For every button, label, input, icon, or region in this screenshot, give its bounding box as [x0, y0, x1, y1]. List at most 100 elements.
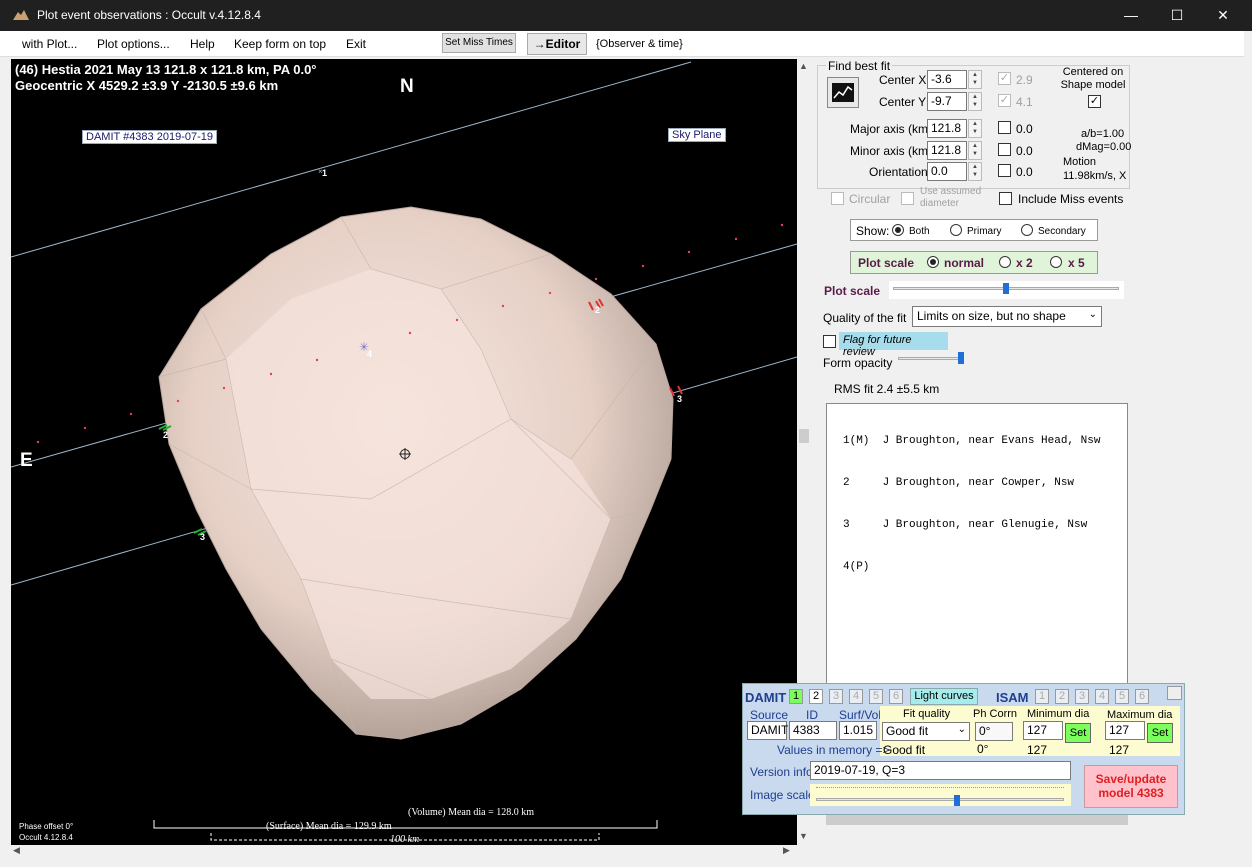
- light-curves-button[interactable]: Light curves: [910, 688, 978, 705]
- include-miss-checkbox[interactable]: [999, 192, 1012, 205]
- isam-model-3-button[interactable]: 3: [1075, 689, 1089, 704]
- plot-scale-normal-radio[interactable]: [927, 256, 939, 268]
- centered-on-shape-checkbox[interactable]: ✓: [1088, 95, 1101, 108]
- menu-help[interactable]: Help: [190, 37, 215, 51]
- form-opacity-slider[interactable]: [896, 352, 968, 368]
- ab-ratio: a/b=1.00: [1081, 128, 1125, 140]
- plot-canvas[interactable]: × ✳ (46) Hestia 2021 May 13 121.8 x 121.…: [11, 59, 797, 845]
- chord-label: 2: [595, 305, 601, 315]
- save-update-model-button[interactable]: Save/update model 4383: [1084, 765, 1178, 808]
- isam-model-5-button[interactable]: 5: [1115, 689, 1129, 704]
- show-secondary-radio[interactable]: [1021, 224, 1033, 236]
- plot-scale-slider[interactable]: [889, 281, 1124, 299]
- menu-plot-options[interactable]: Plot options...: [97, 37, 170, 51]
- plot-horizontal-scrollbar[interactable]: ◀ ▶: [11, 845, 797, 859]
- use-assumed-checkbox[interactable]: [901, 192, 914, 205]
- find-best-fit-button[interactable]: [827, 77, 859, 108]
- damit-model-1-button[interactable]: 1: [789, 689, 803, 704]
- scroll-down-icon[interactable]: ▼: [799, 831, 808, 841]
- fit-quality-select[interactable]: Good fit ⌄: [882, 722, 970, 741]
- editor-button[interactable]: →Editor: [527, 33, 587, 55]
- close-button[interactable]: ✕: [1200, 0, 1246, 31]
- center-y-fix-checkbox[interactable]: ✓: [998, 94, 1011, 107]
- plot-scale-x5-radio[interactable]: [1050, 256, 1062, 268]
- orientation-spinner[interactable]: ▲ ▼: [968, 162, 982, 181]
- maximize-button[interactable]: ☐: [1154, 0, 1200, 31]
- version-info-field[interactable]: 2019-07-19, Q=3: [810, 761, 1071, 780]
- observer-list-scrollbar[interactable]: [826, 815, 1128, 825]
- major-axis-uncertainty: 0.0: [1016, 122, 1033, 136]
- observer-item[interactable]: 3 J Broughton, near Glenugie, Nsw: [843, 518, 1127, 532]
- chord-label: 1: [322, 168, 328, 178]
- rms-fit: RMS fit 2.4 ±5.5 km: [834, 382, 940, 396]
- observer-time-menu[interactable]: {Observer & time}: [596, 38, 683, 50]
- show-both-radio[interactable]: [892, 224, 904, 236]
- id-label: ID: [806, 708, 818, 722]
- menu-keep-on-top[interactable]: Keep form on top: [234, 37, 326, 51]
- flag-review-checkbox[interactable]: [823, 335, 836, 348]
- observer-list[interactable]: 1(M) J Broughton, near Evans Head, Nsw 2…: [826, 403, 1128, 684]
- circular-checkbox[interactable]: [831, 192, 844, 205]
- isam-model-6-button[interactable]: 6: [1135, 689, 1149, 704]
- menu-bar: with Plot... Plot options... Help Keep f…: [0, 31, 1244, 57]
- center-x-fix-checkbox[interactable]: ✓: [998, 72, 1011, 85]
- circular-label: Circular: [849, 192, 891, 206]
- phase-offset: Phase offset 0°: [19, 822, 74, 831]
- center-y-input[interactable]: -9.7: [927, 92, 967, 111]
- minor-axis-input[interactable]: 121.8: [927, 141, 967, 160]
- flag-review-label: Flag for future review: [839, 332, 948, 358]
- damit-close-button[interactable]: [1167, 686, 1182, 700]
- center-y-spinner[interactable]: ▲ ▼: [968, 92, 982, 111]
- minor-axis-spinner[interactable]: ▲ ▼: [968, 141, 982, 160]
- observer-item[interactable]: 2 J Broughton, near Cowper, Nsw: [843, 476, 1127, 490]
- plot-scale-x2-label: x 2: [1016, 256, 1033, 270]
- isam-model-4-button[interactable]: 4: [1095, 689, 1109, 704]
- observer-item[interactable]: 1(M) J Broughton, near Evans Head, Nsw: [843, 434, 1127, 448]
- major-axis-input[interactable]: 121.8: [927, 119, 967, 138]
- damit-model-3-button[interactable]: 3: [829, 689, 843, 704]
- orientation-fix-checkbox[interactable]: [998, 164, 1011, 177]
- plot-scale-slider-thumb[interactable]: [1003, 283, 1009, 294]
- isam-model-2-button[interactable]: 2: [1055, 689, 1069, 704]
- include-miss-label: Include Miss events: [1018, 192, 1124, 206]
- center-x-input[interactable]: -3.6: [927, 70, 967, 89]
- menu-with-plot[interactable]: with Plot...: [22, 37, 77, 51]
- set-maximum-dia-button[interactable]: Set: [1147, 723, 1173, 743]
- menu-exit[interactable]: Exit: [346, 37, 366, 51]
- image-scale-slider[interactable]: [810, 784, 1071, 806]
- form-opacity-thumb[interactable]: [958, 352, 964, 364]
- center-x-spinner[interactable]: ▲ ▼: [968, 70, 982, 89]
- orientation-input[interactable]: 0.0: [927, 162, 967, 181]
- minimize-button[interactable]: —: [1108, 0, 1154, 31]
- minor-axis-fix-checkbox[interactable]: [998, 143, 1011, 156]
- scroll-left-icon[interactable]: ◀: [13, 845, 20, 856]
- major-axis-spinner[interactable]: ▲ ▼: [968, 119, 982, 138]
- ph-corrn-field[interactable]: 0°: [975, 722, 1013, 741]
- use-assumed-label: Use assumed diameter: [920, 186, 982, 209]
- image-scale-thumb[interactable]: [953, 795, 960, 806]
- show-primary-radio[interactable]: [950, 224, 962, 236]
- quality-select[interactable]: Limits on size, but no shape ⌄: [912, 306, 1102, 327]
- maximum-dia-field[interactable]: 127: [1105, 721, 1145, 740]
- scroll-right-icon[interactable]: ▶: [783, 845, 790, 856]
- damit-model-2-button[interactable]: 2: [809, 689, 823, 704]
- damit-model-4-button[interactable]: 4: [849, 689, 863, 704]
- observer-item[interactable]: 4(P): [843, 560, 1127, 574]
- chevron-down-icon: ⌄: [957, 724, 966, 735]
- center-x-label: Center X: [879, 73, 927, 87]
- minimum-dia-field[interactable]: 127: [1023, 721, 1063, 740]
- centered-on-shape-label: Centered on Shape model: [1060, 66, 1126, 91]
- isam-model-1-button[interactable]: 1: [1035, 689, 1049, 704]
- set-miss-times-button[interactable]: Set Miss Times: [442, 33, 516, 53]
- sky-plane-label: Sky Plane: [668, 128, 726, 142]
- plot-scale-x2-radio[interactable]: [999, 256, 1011, 268]
- volume-mean-dia: (Volume) Mean dia = 128.0 km: [408, 807, 534, 818]
- major-axis-fix-checkbox[interactable]: [998, 121, 1011, 134]
- ph-corrn-label: Ph Corrn: [973, 708, 1018, 720]
- set-minimum-dia-button[interactable]: Set: [1065, 723, 1091, 743]
- scroll-up-icon[interactable]: ▲: [799, 61, 808, 71]
- source-field: DAMIT: [747, 721, 788, 740]
- damit-model-6-button[interactable]: 6: [889, 689, 903, 704]
- fit-quality-value: Good fit: [886, 724, 929, 738]
- damit-model-5-button[interactable]: 5: [869, 689, 883, 704]
